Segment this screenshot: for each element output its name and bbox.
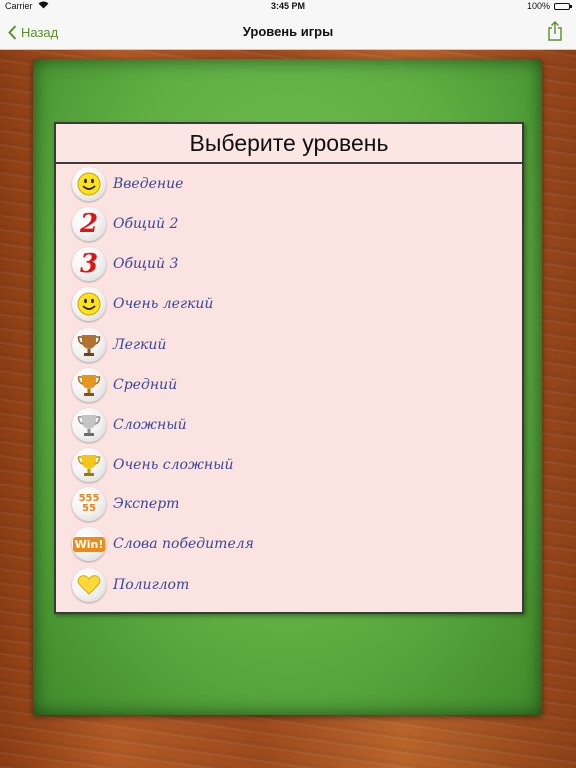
level-card: Выберите уровень Введение 2 Общий 2 3 Об… <box>54 122 524 614</box>
level-item-hard[interactable]: Сложный <box>72 407 492 443</box>
level-label: Средний <box>113 377 178 393</box>
battery-percent: 100% <box>526 1 550 11</box>
level-label: Очень легкий <box>113 296 214 312</box>
level-label: Общий 2 <box>113 216 179 232</box>
icon-digits-bottom: 55 <box>82 503 96 514</box>
card-heading: Выберите уровень <box>56 124 522 164</box>
number-2-icon: 2 <box>72 207 106 241</box>
level-label: Полиглот <box>113 577 190 593</box>
level-item-easy[interactable]: Легкий <box>72 327 492 363</box>
status-time: 3:45 PM <box>270 1 305 11</box>
smiley-icon <box>72 167 106 201</box>
bronze-trophy-icon <box>72 328 106 362</box>
level-label: Эксперт <box>113 496 180 512</box>
gold-trophy-icon <box>72 448 106 482</box>
page-title: Уровень игры <box>242 24 334 39</box>
level-label: Общий 3 <box>113 256 179 272</box>
level-item-winner-words[interactable]: Win! Слова победителя <box>72 526 492 562</box>
level-label: Слова победителя <box>113 536 254 552</box>
level-label: Сложный <box>113 417 187 433</box>
level-item-general-3[interactable]: 3 Общий 3 <box>72 246 492 282</box>
level-item-intro[interactable]: Введение <box>72 166 492 202</box>
heart-icon <box>72 568 106 602</box>
level-item-general-2[interactable]: 2 Общий 2 <box>72 206 492 242</box>
level-item-expert[interactable]: 555 55 Эксперт <box>72 486 492 522</box>
level-item-medium[interactable]: Средний <box>72 367 492 403</box>
silver-trophy-icon <box>72 408 106 442</box>
icon-win-text: Win! <box>72 536 106 552</box>
icon-number: 2 <box>79 209 99 239</box>
level-item-very-hard[interactable]: Очень сложный <box>72 447 492 483</box>
status-bar: Carrier 3:45 PM 100% <box>0 0 576 14</box>
navigation-bar: Назад Уровень игры <box>0 14 576 50</box>
level-label: Очень сложный <box>113 457 234 473</box>
level-label: Введение <box>113 176 184 192</box>
share-icon[interactable] <box>548 21 562 46</box>
digits-icon: 555 55 <box>72 487 106 521</box>
orange-trophy-icon <box>72 368 106 402</box>
win-icon: Win! <box>72 527 106 561</box>
level-item-very-easy[interactable]: Очень легкий <box>72 286 492 322</box>
battery-icon <box>554 3 572 10</box>
level-item-polyglot[interactable]: Полиглот <box>72 567 492 603</box>
number-3-icon: 3 <box>72 247 106 281</box>
level-label: Легкий <box>113 337 167 353</box>
icon-number: 3 <box>79 249 99 279</box>
smiley-icon <box>72 287 106 321</box>
